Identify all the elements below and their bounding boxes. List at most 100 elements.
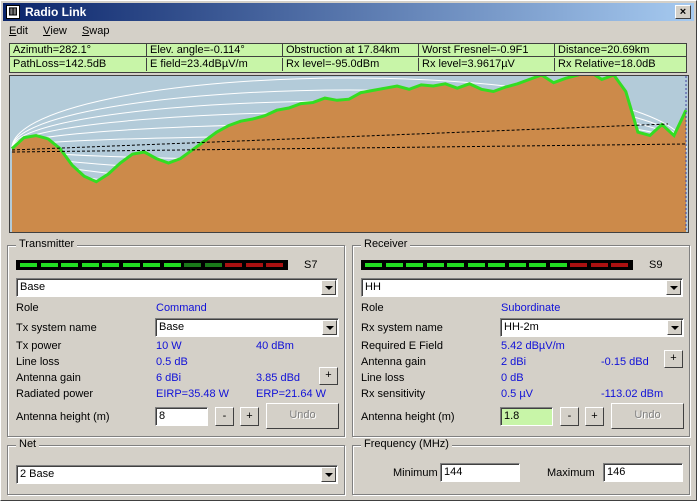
tx-undo-button[interactable]: Undo [266,403,339,429]
link-info-bar: Azimuth=282.1° Elev. angle=-0.114° Obstr… [9,43,687,73]
tx-name-select[interactable]: Base [16,278,338,297]
meter-segment [163,263,181,267]
tx-signal-meter [16,260,288,270]
frequency-max-value: 146 [607,466,626,478]
tx-power-w: 10 W [156,340,182,352]
tx-height-input[interactable]: 8 [155,407,208,426]
tx-height-plus-button[interactable]: + [240,407,259,426]
frequency-min-value: 144 [444,466,463,478]
path-profile-panel[interactable] [9,70,689,233]
rx-relative-value: Rx Relative=18.0dB [558,58,656,70]
distance-value: Distance=20.69km [555,44,686,57]
rx-antenna-gain-label: Antenna gain [361,356,426,368]
tx-role-label: Role [16,302,39,314]
rx-antenna-gain-plus-button[interactable]: + [664,350,683,368]
rx-line-loss-label: Line loss [361,372,405,384]
azimuth-value: Azimuth=282.1° [10,44,147,57]
rx-height-label: Antenna height (m) [361,411,455,423]
frequency-min-input[interactable]: 144 [440,463,520,482]
rx-name-select[interactable]: HH [361,278,683,297]
meter-segment [61,263,78,267]
rx-name-value: HH [365,281,381,293]
chevron-down-icon[interactable] [666,280,681,295]
tx-s-meter-label: S7 [304,259,318,271]
meter-segment [611,263,628,267]
tx-radiated-label: Radiated power [16,388,94,400]
rx-sensitivity-dbm: -113.02 dBm [601,388,664,400]
menu-swap[interactable]: Swap [76,22,116,37]
frequency-min-label: Minimum [393,467,438,479]
tx-line-loss-value: 0.5 dB [156,356,188,368]
rx-role-value: Subordinate [501,302,561,314]
meter-segment [570,263,587,267]
radio-link-window: ▥ Radio Link × Edit View Swap Azimuth=28… [0,0,697,501]
menu-view[interactable]: View [37,22,73,37]
meter-segment [102,263,119,267]
window-title: Radio Link [25,5,87,19]
rx-height-plus-button[interactable]: + [585,407,604,426]
meter-segment [385,263,403,267]
meter-segment [467,263,485,267]
meter-segment [426,263,444,267]
frequency-group: Frequency (MHz) Minimum 144 Maximum 146 [352,438,690,495]
meter-segment [488,263,505,267]
meter-segment [40,263,58,267]
e-field-value: E field=23.4dBµV/m [147,58,283,71]
meter-segment [225,263,242,267]
tx-role-value: Command [156,302,207,314]
close-button[interactable]: × [675,5,691,19]
rx-system-select[interactable]: HH-2m [500,318,684,337]
transmitter-group: Transmitter S7 Base Role Command Tx syst… [7,238,345,437]
chevron-down-icon[interactable] [322,320,337,335]
meter-segment [122,263,140,267]
tx-erp-value: ERP=21.64 W [256,388,327,400]
meter-segment [508,263,526,267]
obstruction-value: Obstruction at 17.84km [283,44,419,57]
tx-antenna-gain-plus-button[interactable]: + [319,367,338,385]
receiver-group: Receiver S9 HH Role Subordinate Rx syste… [352,238,690,437]
meter-segment [245,263,263,267]
rx-req-field-value: 5.42 dBµV/m [501,340,565,352]
rx-system-label: Rx system name [361,322,443,334]
rx-sensitivity-uv: 0.5 µV [501,388,534,400]
rx-level-uv-value: Rx level=3.9617µV [419,58,555,71]
tx-height-value: 8 [159,410,166,422]
tx-power-dbm: 40 dBm [256,340,294,352]
net-select[interactable]: 2 Base [16,465,338,484]
meter-segment [81,263,99,267]
rx-height-input[interactable]: 1.8 [500,407,553,426]
frequency-max-input[interactable]: 146 [603,463,683,482]
worst-fresnel-value: Worst Fresnel=-0.9F1 [419,44,555,57]
meter-segment [549,263,567,267]
meter-segment [184,263,201,267]
chevron-down-icon[interactable] [321,280,336,295]
rx-line-loss-value: 0 dB [501,372,524,384]
rx-undo-button[interactable]: Undo [611,403,684,429]
menu-edit[interactable]: Edit [3,22,34,37]
rx-system-value: HH-2m [504,321,539,333]
tx-eirp-value: EIRP=35.48 W [156,388,230,400]
rx-antenna-gain-dbi: 2 dBi [501,356,527,368]
rx-height-minus-button[interactable]: - [560,407,579,426]
net-value: 2 Base [20,468,55,480]
elevation-angle-value: Elev. angle=-0.114° [147,44,283,57]
tx-antenna-gain-label: Antenna gain [16,372,81,384]
rx-level-dbm-value: Rx level=-95.0dBm [283,58,419,71]
chevron-down-icon[interactable] [321,467,336,482]
tx-system-select[interactable]: Base [155,318,339,337]
menu-bar: Edit View Swap [3,22,115,40]
receiver-title: Receiver [361,238,411,250]
net-title: Net [16,438,40,450]
rx-sensitivity-label: Rx sensitivity [361,388,426,400]
tx-height-minus-button[interactable]: - [215,407,234,426]
meter-segment [143,263,160,267]
tx-height-label: Antenna height (m) [16,411,110,423]
tx-system-label: Tx system name [16,322,97,334]
tx-name-value: Base [20,281,46,293]
meter-segment [590,263,608,267]
chevron-down-icon[interactable] [667,320,682,335]
rx-role-label: Role [361,302,384,314]
radio-link-app-icon[interactable]: ▥ [6,5,20,19]
meter-segment [266,263,283,267]
rx-antenna-gain-dbd: -0.15 dBd [601,356,649,368]
